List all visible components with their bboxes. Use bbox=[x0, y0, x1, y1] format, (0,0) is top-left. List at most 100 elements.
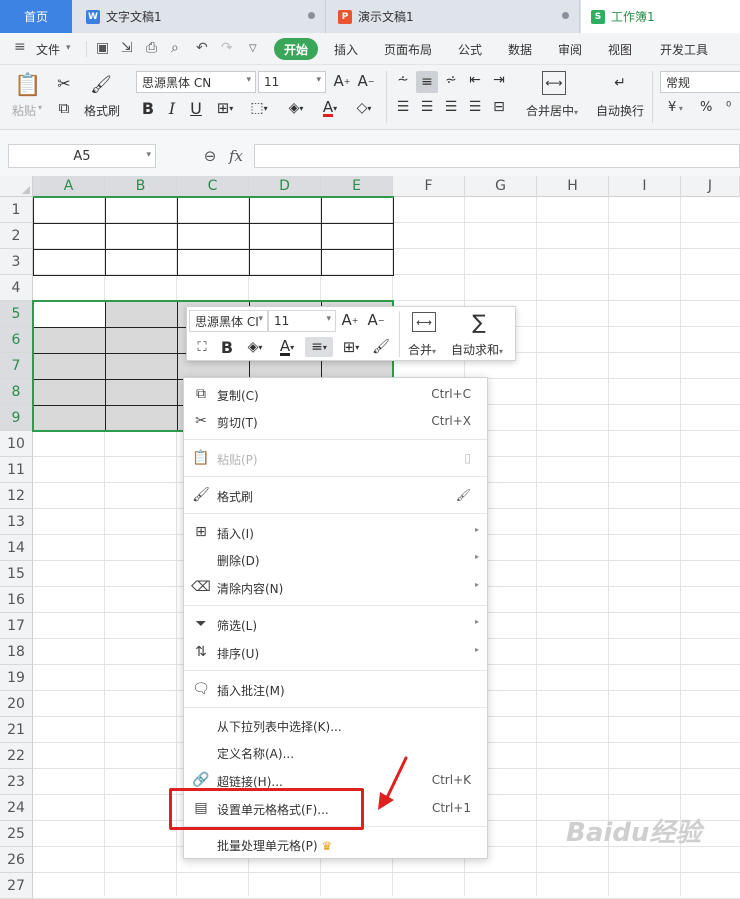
font-name-select[interactable]: 思源黑体 CN ▾ bbox=[136, 71, 256, 93]
wrap-text-icon[interactable]: ↵ bbox=[608, 71, 632, 95]
menu-item-paste[interactable]: 📋 粘贴(P) ▯ bbox=[184, 445, 487, 472]
row-header[interactable]: 3 bbox=[0, 249, 33, 275]
column-header[interactable]: I bbox=[609, 176, 681, 197]
menu-data[interactable]: 数据 bbox=[508, 41, 532, 58]
mini-border-icon[interactable]: ⊞ ▾ bbox=[337, 337, 365, 357]
row-header[interactable]: 8 bbox=[0, 379, 33, 405]
print-icon[interactable]: ⎙ bbox=[146, 40, 157, 56]
wrap-text-label[interactable]: 自动换行 bbox=[596, 102, 644, 119]
justify-icon[interactable]: ☰ bbox=[466, 98, 484, 116]
fx-icon[interactable]: fx bbox=[226, 146, 246, 166]
percent-button[interactable]: % bbox=[700, 100, 712, 115]
column-header[interactable]: B bbox=[105, 176, 177, 197]
sum-icon[interactable]: ∑ bbox=[467, 309, 491, 335]
row-header[interactable]: 27 bbox=[0, 873, 33, 899]
column-header[interactable]: C bbox=[177, 176, 249, 197]
merge-center-label[interactable]: 合并居中▾ bbox=[526, 102, 578, 119]
table-cell[interactable] bbox=[321, 197, 394, 224]
mini-fit-icon[interactable]: ⛶ bbox=[192, 337, 212, 357]
menu-item-sort[interactable]: ⇅ 排序(U) ▸ bbox=[184, 639, 487, 666]
column-header[interactable]: D bbox=[249, 176, 321, 197]
row-header[interactable]: 10 bbox=[0, 431, 33, 457]
column-header[interactable]: J bbox=[681, 176, 740, 197]
column-header[interactable]: H bbox=[537, 176, 609, 197]
hamburger-icon[interactable]: ≡ bbox=[14, 39, 26, 55]
align-top-icon[interactable]: ⩪ bbox=[394, 71, 412, 89]
row-header[interactable]: 2 bbox=[0, 223, 33, 249]
row-header[interactable]: 19 bbox=[0, 665, 33, 691]
menu-item-pick-from-list[interactable]: 从下拉列表中选择(K)... bbox=[184, 712, 487, 739]
row-header[interactable]: 7 bbox=[0, 353, 33, 379]
column-header[interactable]: G bbox=[465, 176, 537, 197]
menu-item-batch-process[interactable]: 批量处理单元格(P) ♛ bbox=[184, 831, 487, 858]
font-size-select[interactable]: 11 ▾ bbox=[258, 71, 326, 93]
underline-icon[interactable]: U bbox=[186, 98, 206, 118]
close-dot-icon[interactable] bbox=[308, 12, 315, 19]
paste-icon[interactable]: 📋 bbox=[14, 70, 42, 100]
font-color-icon[interactable]: A ▾ bbox=[316, 98, 344, 118]
align-bottom-icon[interactable]: ⩫ bbox=[442, 71, 460, 89]
menu-item-insert[interactable]: ⊞ 插入(I) ▸ bbox=[184, 519, 487, 546]
export-icon[interactable]: ⇲ bbox=[121, 40, 133, 56]
row-header[interactable]: 26 bbox=[0, 847, 33, 873]
mini-align-icon[interactable]: ≡ ▾ bbox=[305, 337, 333, 357]
table-cell[interactable] bbox=[321, 249, 394, 276]
table-cell[interactable] bbox=[177, 197, 250, 224]
menu-item-define-name[interactable]: 定义名称(A)... bbox=[184, 739, 487, 766]
indent-increase-icon[interactable]: ⇥ bbox=[490, 71, 508, 89]
menu-item-cut[interactable]: ✂ 剪切(T) Ctrl+X bbox=[184, 408, 487, 435]
column-header[interactable]: E bbox=[321, 176, 393, 197]
table-cell[interactable] bbox=[33, 223, 106, 250]
row-header[interactable]: 21 bbox=[0, 717, 33, 743]
row-header[interactable]: 20 bbox=[0, 691, 33, 717]
column-header[interactable]: F bbox=[393, 176, 465, 197]
row-header[interactable]: 14 bbox=[0, 535, 33, 561]
row-header[interactable]: 12 bbox=[0, 483, 33, 509]
italic-icon[interactable]: I bbox=[162, 98, 182, 118]
merge-center-icon[interactable]: ⟷ bbox=[542, 71, 566, 95]
tab-start[interactable]: 开始 bbox=[274, 38, 318, 60]
decrease-font-icon[interactable]: A − bbox=[356, 71, 376, 91]
copy-icon[interactable]: ⧉ bbox=[54, 98, 74, 118]
row-header[interactable]: 17 bbox=[0, 613, 33, 639]
number-format-select[interactable]: 常规 bbox=[660, 71, 740, 93]
menu-formula[interactable]: 公式 bbox=[458, 41, 482, 58]
mini-font-color-icon[interactable]: A ▾ bbox=[273, 337, 301, 357]
row-header[interactable]: 11 bbox=[0, 457, 33, 483]
menu-item-delete[interactable]: 删除(D) ▸ bbox=[184, 546, 487, 573]
format-painter-icon[interactable]: 🖌 bbox=[90, 73, 112, 97]
row-header[interactable]: 22 bbox=[0, 743, 33, 769]
customize-dropdown-icon[interactable]: ▽ bbox=[249, 43, 257, 54]
menu-page-layout[interactable]: 页面布局 bbox=[384, 41, 432, 58]
row-header[interactable]: 18 bbox=[0, 639, 33, 665]
table-cell[interactable] bbox=[249, 223, 322, 250]
column-header[interactable]: A bbox=[33, 176, 105, 197]
row-header[interactable]: 15 bbox=[0, 561, 33, 587]
table-cell[interactable] bbox=[249, 249, 322, 276]
row-header[interactable]: 24 bbox=[0, 795, 33, 821]
row-header[interactable]: 25 bbox=[0, 821, 33, 847]
thousands-button[interactable]: ⁰ bbox=[726, 100, 731, 115]
indent-decrease-icon[interactable]: ⇤ bbox=[466, 71, 484, 89]
row-header[interactable]: 13 bbox=[0, 509, 33, 535]
table-cell[interactable] bbox=[177, 223, 250, 250]
tab-home[interactable]: 首页 bbox=[0, 0, 72, 33]
save-icon[interactable]: ▣ bbox=[96, 40, 109, 56]
align-center-icon[interactable]: ☰ bbox=[418, 98, 436, 116]
table-cell[interactable] bbox=[105, 249, 178, 276]
border-icon[interactable]: ⊞ ▾ bbox=[212, 98, 238, 118]
table-cell[interactable] bbox=[33, 249, 106, 276]
align-left-icon[interactable]: ☰ bbox=[394, 98, 412, 116]
tab-writer[interactable]: W 文字文稿1 bbox=[72, 0, 326, 33]
row-header[interactable]: 4 bbox=[0, 275, 33, 301]
mini-decrease-font-icon[interactable]: A − bbox=[366, 310, 386, 330]
file-menu[interactable]: 文件 bbox=[36, 41, 60, 58]
chevron-down-icon[interactable]: ▾ bbox=[66, 43, 71, 53]
zoom-icon[interactable]: ⊖ bbox=[200, 146, 220, 166]
align-right-icon[interactable]: ☰ bbox=[442, 98, 460, 116]
mini-autosum-label[interactable]: 自动求和▾ bbox=[451, 341, 503, 358]
row-header[interactable]: 6 bbox=[0, 327, 33, 353]
mini-font-name-select[interactable]: 思源黑体 CI ▾ bbox=[189, 310, 268, 332]
mini-format-painter-icon[interactable]: 🖌 bbox=[371, 337, 391, 357]
scissors-icon[interactable]: ✂ bbox=[54, 73, 74, 93]
